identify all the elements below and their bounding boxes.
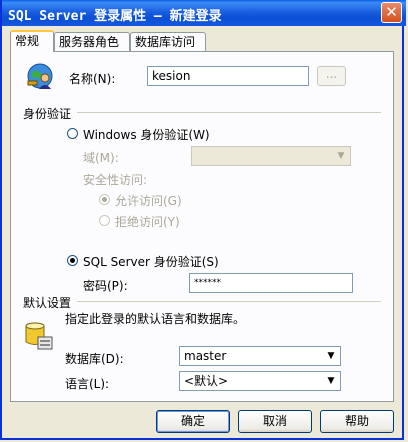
windows-auth-radio[interactable] [67, 128, 78, 139]
database-icon [25, 322, 53, 350]
general-tab-panel: 名称(N): kesion ... 身份验证 Windows 身份验证(W) 域… [10, 51, 394, 402]
chevron-down-icon: ▼ [333, 148, 349, 164]
browse-button[interactable]: ... [317, 66, 346, 86]
login-user-icon [27, 63, 53, 89]
defaults-group-label: 默认设置 [23, 296, 72, 310]
windows-auth-label: Windows 身份验证(W) [83, 128, 210, 142]
close-icon: ✕ [385, 3, 398, 21]
allow-access-radio[interactable] [99, 194, 110, 205]
deny-access-label: 拒绝访问(Y) [115, 215, 180, 229]
radio-selected-dot [102, 197, 107, 202]
chevron-down-icon: ▼ [323, 348, 339, 364]
cancel-button[interactable]: 取消 [238, 410, 312, 433]
tab-server-roles[interactable]: 服务器角色 [54, 32, 130, 51]
auth-group-divider [77, 112, 381, 113]
password-label: 密码(P): [83, 279, 128, 293]
name-label: 名称(N): [69, 72, 116, 86]
radio-selected-dot [70, 258, 75, 263]
defaults-group-divider [77, 301, 381, 302]
chevron-down-icon: ▼ [323, 373, 339, 389]
title-bar[interactable]: SQL Server 登录属性 — 新建登录 ✕ [2, 0, 406, 26]
default-database-select[interactable]: master ▼ [179, 346, 341, 366]
tab-general[interactable]: 常规 [10, 30, 54, 52]
deny-access-radio[interactable] [99, 215, 110, 226]
window-title: SQL Server 登录属性 — 新建登录 [8, 9, 222, 24]
sql-auth-radio[interactable] [67, 255, 78, 266]
default-language-value: <默认> [184, 374, 229, 388]
login-properties-dialog: SQL Server 登录属性 — 新建登录 ✕ 常规 服务器角色 数据库访问 … [0, 0, 406, 440]
help-button[interactable]: 帮助 [320, 410, 394, 433]
default-database-value: master [184, 349, 227, 363]
auth-group-label: 身份验证 [23, 107, 72, 121]
allow-access-label: 允许访问(G) [115, 194, 182, 208]
domain-label: 域(M): [83, 151, 119, 165]
language-label: 语言(L): [65, 377, 110, 391]
password-input[interactable]: ****** [189, 273, 353, 293]
ok-button[interactable]: 确定 [156, 410, 230, 433]
tab-database-access[interactable]: 数据库访问 [130, 32, 206, 51]
sql-auth-label: SQL Server 身份验证(S) [83, 255, 219, 269]
database-label: 数据库(D): [65, 352, 124, 366]
security-access-label: 安全性访问: [83, 173, 148, 187]
name-input[interactable]: kesion [147, 66, 309, 86]
domain-select[interactable]: ▼ [191, 146, 351, 166]
close-button[interactable]: ✕ [381, 2, 402, 23]
default-language-select[interactable]: <默认> ▼ [179, 371, 341, 391]
defaults-description: 指定此登录的默认语言和数据库。 [65, 312, 246, 326]
